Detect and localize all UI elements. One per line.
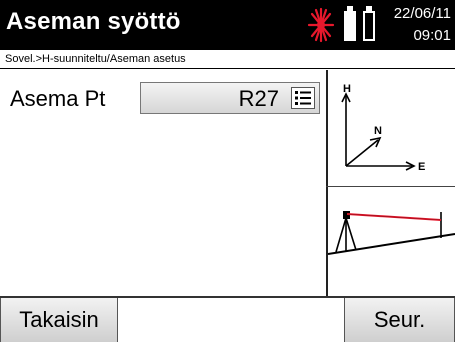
- axis-e-label: E: [418, 161, 425, 173]
- coordinate-axes-diagram: H N E: [341, 83, 425, 173]
- time-display: 09:01: [413, 27, 451, 44]
- station-point-field[interactable]: R27: [140, 82, 320, 114]
- form-area: Asema Pt R27: [0, 70, 326, 296]
- empty-softkey: [118, 298, 344, 342]
- next-button[interactable]: Seur.: [344, 298, 455, 342]
- station-point-value: R27: [238, 86, 279, 111]
- list-select-button[interactable]: [291, 87, 315, 109]
- date-display: 22/06/11: [393, 5, 451, 22]
- battery-empty-icon: [363, 11, 375, 41]
- station-point-label: Asema Pt: [10, 86, 106, 111]
- list-icon: [295, 91, 311, 105]
- screen-title: Aseman syöttö: [6, 8, 181, 35]
- panel-divider: [326, 186, 455, 187]
- station-setup-diagram: [328, 211, 455, 255]
- battery-full-icon: [344, 11, 356, 41]
- axis-n-label: N: [374, 125, 382, 137]
- softkey-bar: Takaisin Seur.: [0, 296, 455, 342]
- breadcrumb: Sovel.>H-suunniteltu/Aseman asetus: [0, 50, 455, 69]
- axis-h-label: H: [343, 83, 351, 95]
- back-button[interactable]: Takaisin: [0, 298, 118, 342]
- laser-icon: [307, 7, 335, 43]
- title-bar: Aseman syöttö 22/06/11 09:01: [0, 0, 455, 50]
